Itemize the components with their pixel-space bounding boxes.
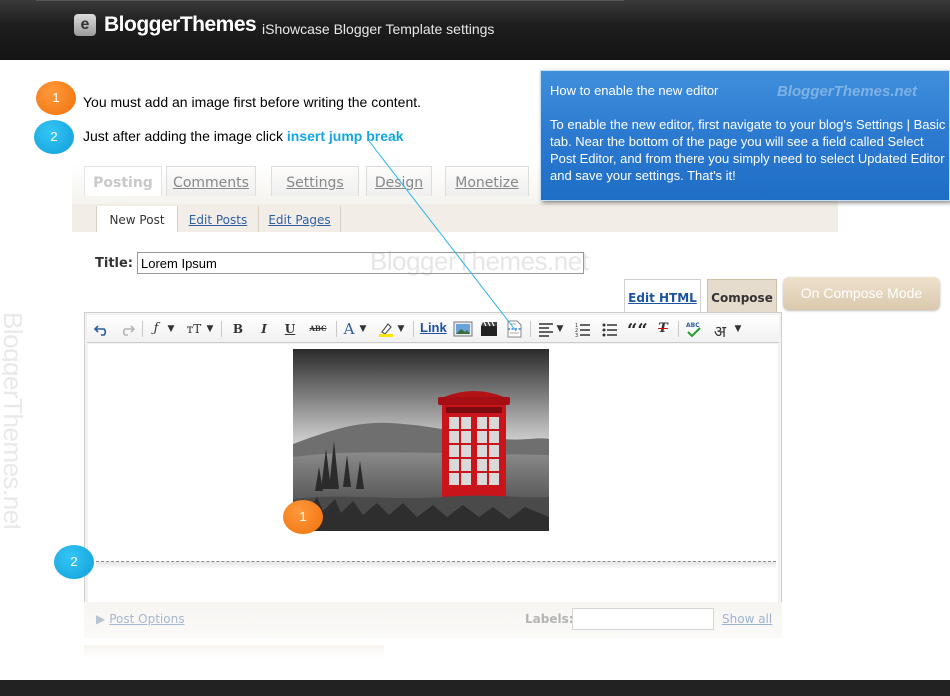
chevron-down-icon[interactable]: ▼ (733, 320, 743, 338)
info-box: How to enable the new editor BloggerThem… (540, 70, 950, 201)
logo-text: BloggerThemes (104, 13, 257, 36)
sub-tab-new-post[interactable]: New Post (96, 206, 178, 232)
toolbar-separator (413, 321, 414, 337)
step-2-badge: 2 (34, 120, 74, 154)
chevron-down-icon[interactable]: ▼ (205, 320, 215, 338)
post-options-label: Post Options (109, 612, 185, 626)
toolbar-separator (678, 321, 679, 337)
sub-tab-edit-posts[interactable]: Edit Posts (178, 206, 259, 232)
italic-button[interactable]: I (257, 320, 271, 338)
triangle-right-icon: ▶ (96, 612, 106, 626)
strikethrough-button[interactable]: ABC (307, 320, 329, 338)
info-box-title: How to enable the new editor (550, 83, 719, 98)
blockquote-icon[interactable]: ““ (627, 320, 648, 341)
logo-icon: e (74, 14, 96, 36)
insert-image-icon[interactable] (453, 320, 473, 338)
header-subtitle: iShowcase Blogger Template settings (262, 21, 495, 37)
tab-posting[interactable]: Posting (84, 166, 162, 196)
svg-text:ABC: ABC (686, 322, 700, 329)
font-family-icon[interactable]: ƒ (149, 320, 163, 338)
step-2-text-before: Just after adding the image click (83, 128, 287, 144)
svg-text:3: 3 (575, 333, 578, 338)
align-icon[interactable] (538, 320, 554, 338)
info-box-watermark: BloggerThemes.net (777, 83, 918, 100)
step-2-text: Just after adding the image click insert… (83, 128, 404, 144)
toolbar-separator (336, 321, 337, 337)
toolbar-separator (530, 321, 531, 337)
edit-html-tab[interactable]: Edit HTML (624, 279, 701, 313)
underline-button[interactable]: U (283, 320, 297, 338)
header-highlight-line (36, 0, 624, 1)
jump-break-step-badge: 2 (54, 545, 94, 579)
chevron-down-icon[interactable]: ▼ (396, 320, 406, 338)
post-image-phone-booth (293, 349, 549, 531)
bullet-list-icon[interactable] (602, 320, 618, 338)
highlight-color-icon[interactable] (378, 320, 394, 338)
chevron-down-icon[interactable]: ▼ (166, 320, 176, 338)
tab-monetize[interactable]: Monetize (445, 166, 529, 196)
redo-icon[interactable] (119, 320, 135, 338)
undo-icon[interactable] (94, 320, 110, 338)
text-color-icon[interactable]: A (342, 320, 356, 338)
sub-tab-edit-pages[interactable]: Edit Pages (259, 206, 341, 232)
font-size-icon[interactable]: ᴛT (185, 320, 203, 338)
image-step-badge: 1 (283, 500, 323, 534)
insert-jump-break-link[interactable]: insert jump break (287, 128, 404, 144)
link-button[interactable]: Link (420, 320, 447, 338)
faded-button-strip (84, 645, 384, 659)
compose-mode-button[interactable]: On Compose Mode (783, 277, 940, 310)
bold-button[interactable]: B (231, 320, 245, 338)
tab-design[interactable]: Design (366, 166, 432, 196)
title-label: Title: (95, 256, 134, 271)
remove-formatting-icon[interactable]: T (655, 320, 671, 338)
toolbar-separator (142, 321, 143, 337)
sub-tab-bar: New Post Edit Posts Edit Pages (72, 204, 838, 232)
insert-video-icon[interactable] (480, 320, 498, 338)
chevron-down-icon[interactable]: ▼ (555, 320, 565, 338)
editor-toolbar: ƒ ▼ ᴛT ▼ B I U ABC A ▼ ▼ Link ▼ 123 ““ T… (87, 315, 779, 343)
info-box-body: To enable the new editor, first navigate… (550, 117, 946, 183)
jump-break-line (96, 561, 776, 568)
chevron-down-icon[interactable]: ▼ (358, 320, 368, 338)
tab-comments[interactable]: Comments (166, 166, 256, 196)
numbered-list-icon[interactable]: 123 (575, 320, 591, 338)
title-input[interactable] (137, 252, 584, 274)
spellcheck-icon[interactable]: ABC (685, 320, 703, 338)
compose-tab[interactable]: Compose (707, 279, 777, 313)
footer-bar (0, 680, 950, 696)
step-1-text: You must add an image first before writi… (83, 94, 422, 110)
labels-input[interactable] (572, 608, 714, 630)
insert-jump-break-icon[interactable] (506, 320, 524, 338)
show-all-link[interactable]: Show all (722, 612, 772, 626)
side-watermark: BloggerThemes.net (2, 312, 28, 528)
labels-label: Labels: (525, 612, 574, 626)
transliteration-icon[interactable]: अ (711, 320, 729, 341)
toolbar-separator (221, 321, 222, 337)
tab-settings[interactable]: Settings (271, 166, 359, 196)
step-1-badge: 1 (36, 81, 76, 115)
post-options-link[interactable]: ▶ Post Options (96, 612, 184, 626)
side-watermark-text: BloggerThemes.net (2, 312, 28, 528)
